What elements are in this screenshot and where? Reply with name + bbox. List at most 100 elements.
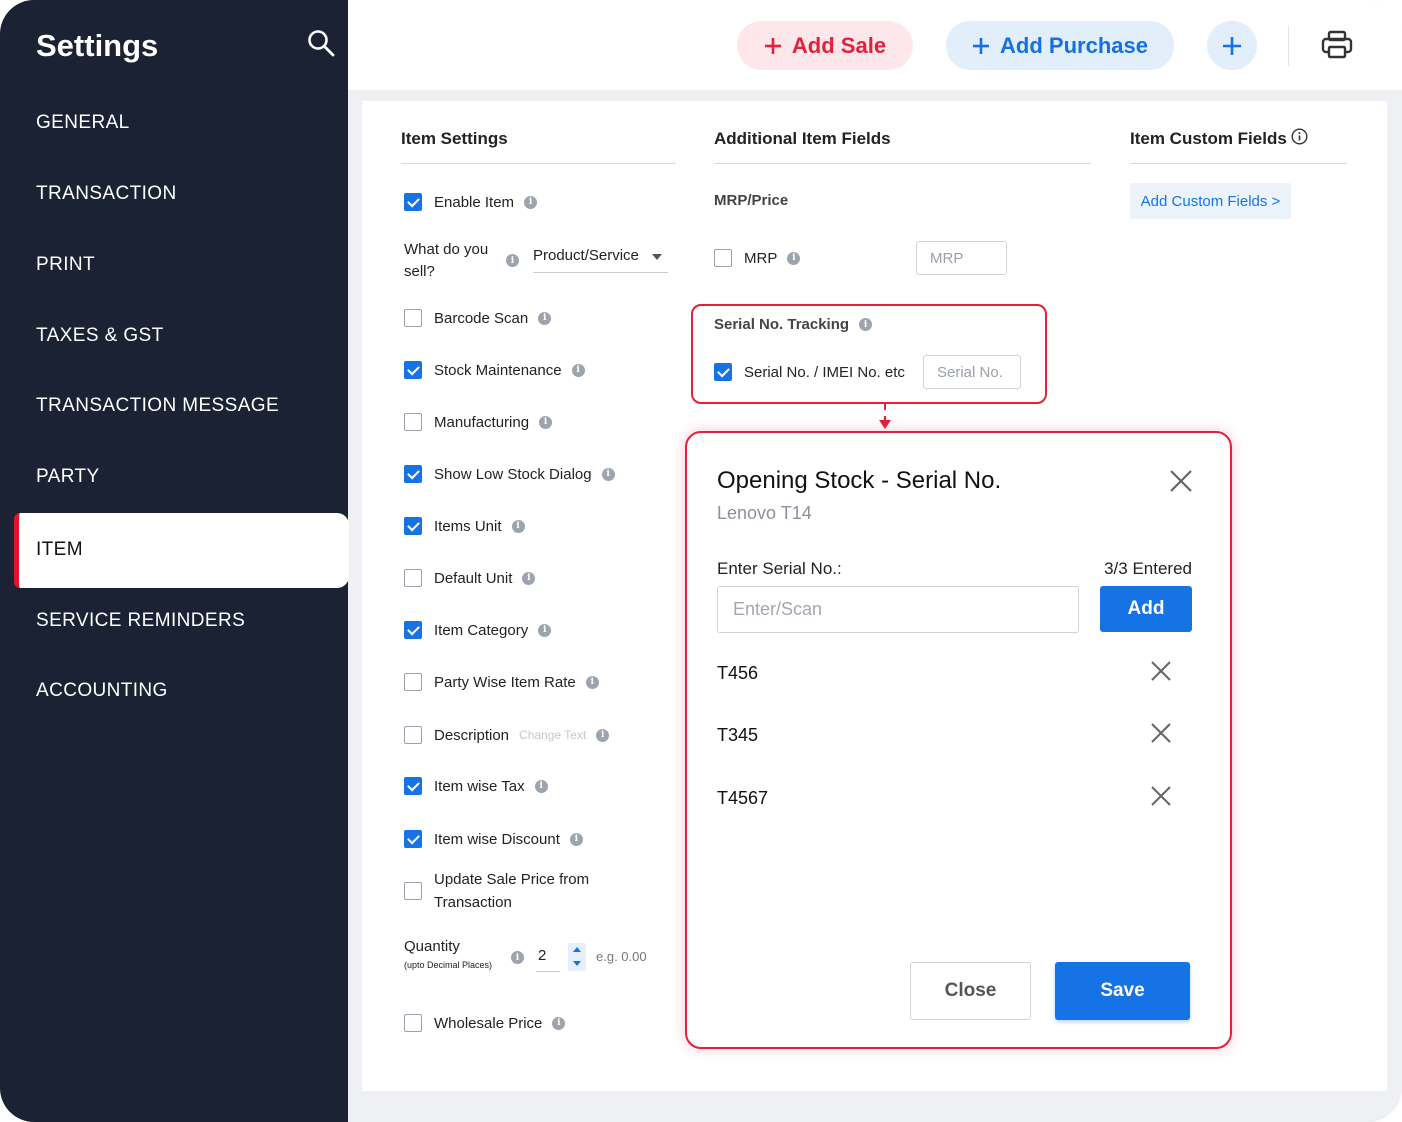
- item-wise-tax-checkbox[interactable]: [404, 777, 422, 795]
- additional-fields-heading: Additional Item Fields: [714, 129, 891, 148]
- info-icon[interactable]: i: [539, 415, 553, 429]
- sidebar-item-transaction-message[interactable]: TRANSACTION MESSAGE: [36, 395, 279, 417]
- what-sell-label: What do you sell?: [404, 239, 488, 283]
- default-unit-checkbox[interactable]: [404, 569, 422, 587]
- what-sell-label-line2: sell?: [404, 263, 435, 280]
- quantity-stepper[interactable]: [568, 943, 586, 971]
- serial-row: Serial No. / IMEI No. etc: [714, 363, 905, 381]
- quantity-label: Quantity (upto Decimal Places): [404, 938, 492, 970]
- add-purchase-button[interactable]: Add Purchase: [946, 21, 1174, 70]
- sidebar-item-transaction[interactable]: TRANSACTION: [36, 183, 177, 205]
- what-sell-value: Product/Service: [533, 247, 639, 264]
- close-icon[interactable]: [1169, 469, 1193, 493]
- mrp-checkbox[interactable]: [714, 249, 732, 267]
- mrp-input[interactable]: MRP: [916, 241, 1007, 275]
- divider: [1130, 163, 1347, 164]
- quantity-sublabel: (upto Decimal Places): [404, 960, 493, 970]
- quantity-input[interactable]: 2: [536, 947, 560, 972]
- enable-item-row: Enable Item i: [404, 193, 538, 211]
- save-button[interactable]: Save: [1055, 962, 1190, 1020]
- sidebar-item-accounting[interactable]: ACCOUNTING: [36, 680, 168, 702]
- serial-entry-label: Enter Serial No.:: [717, 559, 842, 578]
- mrp-label: MRP: [744, 249, 778, 267]
- list-item: T4567: [717, 784, 1177, 814]
- info-icon[interactable]: i: [538, 623, 552, 637]
- close-button[interactable]: Close: [910, 962, 1031, 1020]
- info-icon[interactable]: i: [596, 728, 610, 742]
- item-wise-discount-label: Item wise Discount: [434, 830, 560, 848]
- serial-scan-input[interactable]: Enter/Scan: [717, 586, 1079, 633]
- add-serial-button[interactable]: Add: [1100, 586, 1192, 632]
- enable-item-checkbox[interactable]: [404, 193, 422, 211]
- barcode-scan-checkbox[interactable]: [404, 309, 422, 327]
- manufacturing-checkbox[interactable]: [404, 413, 422, 431]
- serial-value: T345: [717, 725, 759, 745]
- item-wise-tax-row: Item wise Tax i: [404, 777, 548, 795]
- serial-value: T4567: [717, 788, 769, 808]
- add-custom-fields-button[interactable]: Add Custom Fields >: [1130, 183, 1291, 219]
- show-low-stock-checkbox[interactable]: [404, 465, 422, 483]
- sidebar-item-general[interactable]: GENERAL: [36, 112, 130, 134]
- enable-item-label: Enable Item: [434, 193, 515, 211]
- info-icon[interactable]: i: [538, 311, 552, 325]
- info-icon[interactable]: i: [552, 1016, 566, 1030]
- add-more-button[interactable]: [1207, 21, 1257, 70]
- barcode-scan-row: Barcode Scan i: [404, 309, 552, 327]
- info-icon[interactable]: i: [571, 363, 585, 377]
- plus-icon: [1223, 36, 1241, 55]
- caret-down-icon: [652, 254, 662, 260]
- mrp-row: MRP i: [714, 249, 801, 267]
- printer-icon[interactable]: [1320, 30, 1354, 60]
- sidebar-item-taxes-gst[interactable]: TAXES & GST: [36, 325, 164, 347]
- default-unit-row: Default Unit i: [404, 569, 536, 587]
- info-icon[interactable]: i: [787, 251, 801, 265]
- description-checkbox[interactable]: [404, 726, 422, 744]
- update-sale-price-checkbox[interactable]: [404, 882, 422, 900]
- stock-maintenance-checkbox[interactable]: [404, 361, 422, 379]
- custom-fields-heading: Item Custom Fields: [1130, 129, 1287, 148]
- info-icon[interactable]: i: [524, 195, 538, 209]
- description-label: Description: [434, 726, 510, 744]
- info-icon[interactable]: i: [506, 254, 519, 267]
- serial-checkbox[interactable]: [714, 363, 732, 381]
- info-icon[interactable]: i: [569, 832, 583, 846]
- remove-icon[interactable]: [1150, 722, 1172, 744]
- info-icon[interactable]: i: [511, 951, 524, 964]
- info-icon[interactable]: i: [511, 519, 525, 533]
- update-sale-price-label: Update Sale Price from Transaction: [434, 868, 589, 914]
- stock-maintenance-label: Stock Maintenance: [434, 361, 562, 379]
- info-outline-icon[interactable]: [1291, 128, 1308, 145]
- items-unit-label: Items Unit: [434, 517, 502, 535]
- remove-icon[interactable]: [1150, 785, 1172, 807]
- sidebar-item-item[interactable]: ITEM: [14, 513, 349, 588]
- info-icon[interactable]: i: [859, 318, 873, 331]
- change-text-link[interactable]: Change Text: [519, 728, 586, 742]
- info-icon[interactable]: i: [585, 675, 599, 689]
- items-unit-checkbox[interactable]: [404, 517, 422, 535]
- sidebar-title: Settings: [36, 28, 159, 63]
- item-category-checkbox[interactable]: [404, 621, 422, 639]
- stock-maintenance-row: Stock Maintenance i: [404, 361, 585, 379]
- remove-icon[interactable]: [1150, 660, 1172, 682]
- wholesale-price-checkbox[interactable]: [404, 1014, 422, 1032]
- default-unit-label: Default Unit: [434, 569, 513, 587]
- party-wise-rate-checkbox[interactable]: [404, 673, 422, 691]
- serial-count: 3/3 Entered: [1104, 559, 1192, 578]
- info-icon[interactable]: i: [601, 467, 615, 481]
- info-icon[interactable]: i: [522, 571, 536, 585]
- serial-input[interactable]: Serial No.: [923, 355, 1021, 389]
- description-row: Description Change Text i: [404, 726, 610, 744]
- show-low-stock-label: Show Low Stock Dialog: [434, 465, 592, 483]
- what-sell-select[interactable]: Product/Service: [533, 247, 668, 273]
- item-wise-discount-checkbox[interactable]: [404, 830, 422, 848]
- barcode-scan-label: Barcode Scan: [434, 309, 529, 327]
- sidebar-item-print[interactable]: PRINT: [36, 254, 95, 276]
- info-icon[interactable]: i: [534, 779, 548, 793]
- search-icon[interactable]: [306, 28, 336, 58]
- sidebar-item-party[interactable]: PARTY: [36, 466, 100, 488]
- add-purchase-label: Add Purchase: [1000, 32, 1148, 58]
- sidebar-item-service-reminders[interactable]: SERVICE REMINDERS: [36, 610, 245, 632]
- what-sell-label-line1: What do you: [404, 241, 489, 258]
- serial-value: T456: [717, 663, 759, 683]
- add-sale-button[interactable]: Add Sale: [737, 21, 913, 70]
